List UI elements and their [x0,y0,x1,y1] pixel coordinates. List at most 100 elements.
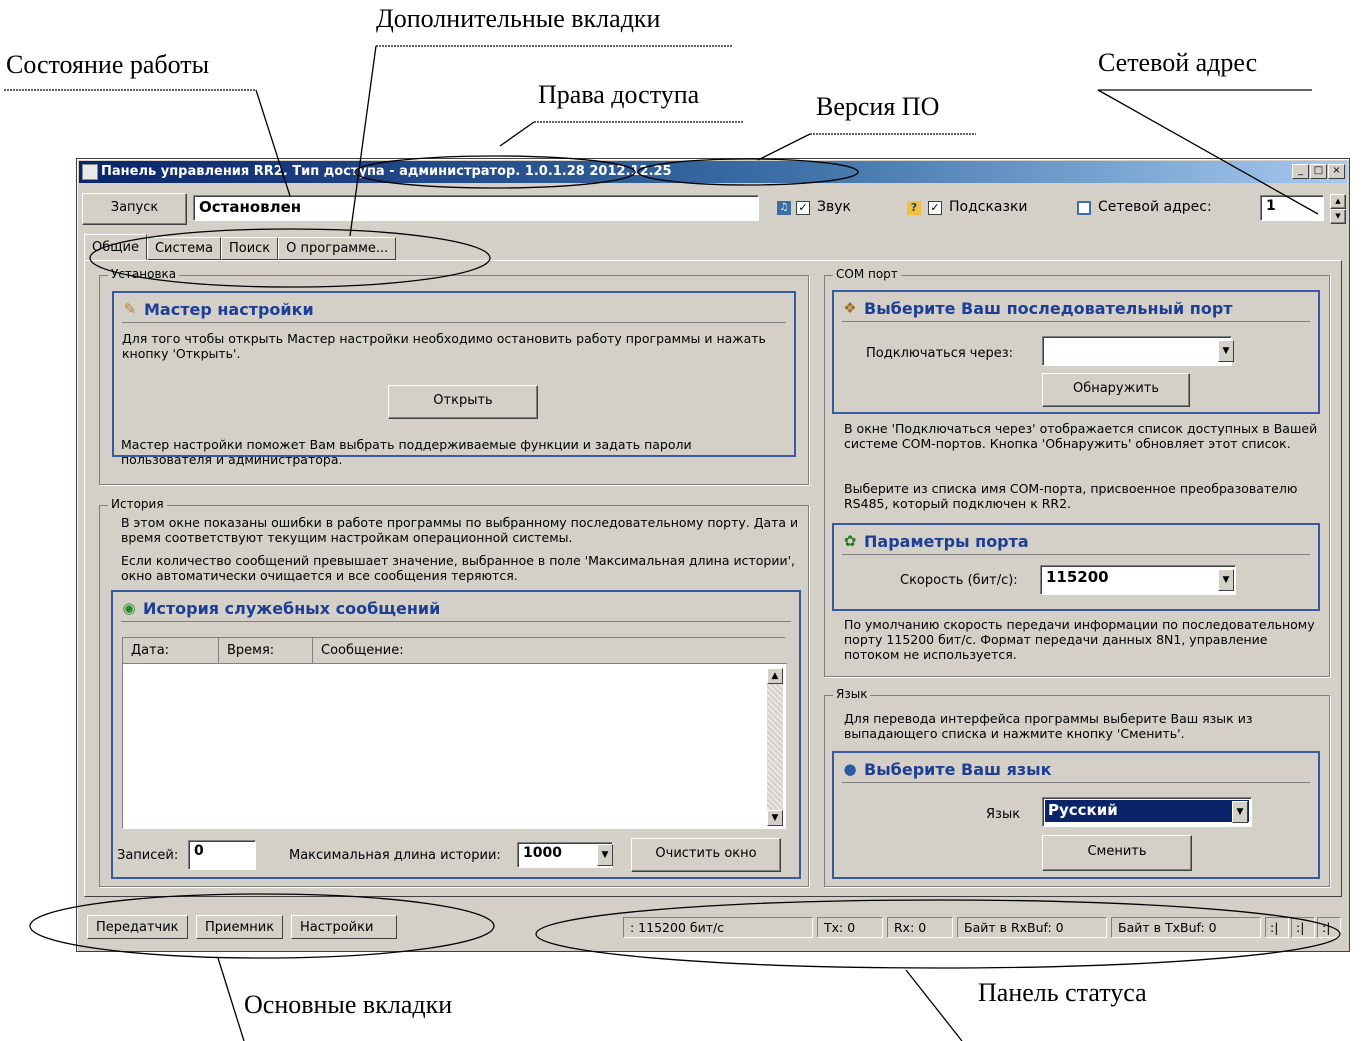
window-title: Панель управления RR2. Тип доступа - адм… [101,164,672,179]
history-panel: ◉ История служебных сообщений Дата: Врем… [111,590,801,879]
sound-label: Звук [817,199,851,215]
status-indicator-3: :| [1317,917,1341,938]
install-note: Мастер настройки поможет Вам выбрать под… [121,437,692,467]
close-button[interactable]: × [1328,164,1345,179]
net-address-label: Сетевой адрес: [1098,199,1212,215]
tab-general[interactable]: Общие [84,234,147,260]
max-length-dropdown-icon[interactable]: ▼ [597,844,613,866]
port-params-panel: ✿ Параметры порта Скорость (бит/с): 1152… [832,523,1320,611]
install-legend: Установка [108,267,180,281]
status-bar: Передатчик Приемник Настройки : 115200 б… [79,915,1347,939]
connect-via-combo[interactable] [1042,336,1232,366]
lang-selected: Русский [1045,800,1249,822]
port-params-title: Параметры порта [864,531,1029,551]
lang-legend: Язык [833,687,871,701]
magic-wand-icon: ✎ [123,300,137,318]
lang-text: Для перевода интерфейса программы выбери… [844,711,1253,741]
detect-button[interactable]: Обнаружить [1042,373,1190,407]
history-panel-header: ◉ История служебных сообщений [121,595,791,622]
tab-about[interactable]: О программе... [278,237,397,260]
globe-icon: ● [843,760,857,778]
setup-wizard-title: Мастер настройки [144,299,314,319]
com-text-3: По умолчанию скорость передачи информаци… [844,617,1315,662]
speed-dropdown-icon[interactable]: ▼ [1218,569,1234,591]
col-time[interactable]: Время: [219,638,313,663]
status-rxbuf: Байт в RxBuf: 0 [957,917,1107,938]
records-field: 0 [188,840,256,870]
annotation-sw-version: Версия ПО [816,92,940,121]
minimize-button[interactable]: _ [1292,164,1309,179]
leader-access-rights [499,121,535,147]
lang-header: ● Выберите Ваш язык [842,756,1310,783]
extra-tabs: Общие Система Поиск О программе... [84,234,397,260]
history-panel-title: История служебных сообщений [143,598,441,618]
hints-checkbox[interactable]: ✓ [928,201,942,215]
start-button[interactable]: Запуск [82,193,187,225]
change-language-button[interactable]: Сменить [1042,835,1192,871]
annotation-extra-tabs: Дополнительные вкладки [376,4,661,33]
setup-wizard-panel: ✎ Мастер настройки Для того чтобы открыт… [112,291,796,457]
com-port-panel: ❖ Выберите Ваш последовательный порт Под… [832,290,1320,414]
status-rx: Rx: 0 [887,917,953,938]
com-text-2: Выберите из списка имя COM-порта, присво… [844,481,1298,511]
gear-icon: ✿ [843,532,857,550]
status-indicator-2: :| [1291,917,1315,938]
app-icon [82,164,98,180]
history-legend: История [108,497,167,511]
connect-via-dropdown-icon[interactable]: ▼ [1218,340,1234,362]
lang-panel: ● Выберите Ваш язык Язык Русский ▼ Смени… [832,751,1320,879]
history-text-1: В этом окне показаны ошибки в работе про… [121,515,799,545]
leader-status-panel [905,969,963,1041]
status-speed: : 115200 бит/с [623,917,813,938]
com-port-title: Выберите Ваш последовательный порт [864,298,1233,318]
tab-settings[interactable]: Настройки [291,915,397,939]
history-list[interactable]: Дата: Время: Сообщение: ▲ ▼ [122,637,787,829]
leader-main-tabs [217,957,245,1041]
col-date[interactable]: Дата: [123,638,219,663]
port-params-header: ✿ Параметры порта [842,528,1310,555]
com-legend: COM порт [833,267,901,281]
lang-dropdown-icon[interactable]: ▼ [1232,801,1248,823]
port-icon: ❖ [843,299,857,317]
open-button[interactable]: Открыть [388,385,538,419]
net-address-field[interactable]: 1 [1260,195,1324,221]
maximize-button[interactable]: □ [1310,164,1327,179]
col-message[interactable]: Сообщение: [313,638,787,663]
history-icon: ◉ [122,599,136,617]
speed-combo[interactable]: 115200 [1040,565,1236,595]
history-scrollbar[interactable]: ▲ ▼ [767,668,783,826]
tab-transmitter[interactable]: Передатчик [87,915,188,939]
app-window: Панель управления RR2. Тип доступа - адм… [76,158,1350,952]
annotation-access-rights: Права доступа [538,80,700,109]
sound-icon: ♫ [777,201,791,215]
status-tx: Tx: 0 [817,917,883,938]
com-port-header: ❖ Выберите Ваш последовательный порт [842,295,1310,322]
annotation-work-state: Состояние работы [6,50,210,79]
records-label: Записей: [117,848,179,863]
hints-label: Подсказки [949,199,1028,215]
tab-receiver[interactable]: Приемник [196,915,284,939]
scroll-down-icon[interactable]: ▼ [767,810,783,826]
speed-label: Скорость (бит/с): [900,573,1018,588]
annotation-net-address: Сетевой адрес [1098,48,1258,77]
scroll-up-icon[interactable]: ▲ [767,668,783,684]
setup-wizard-header: ✎ Мастер настройки [122,296,786,323]
spinner-up-icon[interactable]: ▲ [1330,194,1346,209]
leader-sw-version [757,133,811,161]
spinner-down-icon[interactable]: ▼ [1330,209,1346,224]
sound-checkbox[interactable]: ✓ [796,201,810,215]
lang-panel-title: Выберите Ваш язык [864,759,1052,779]
title-bar[interactable]: Панель управления RR2. Тип доступа - адм… [79,161,1347,183]
history-list-header: Дата: Время: Сообщение: [123,638,787,664]
tab-search[interactable]: Поиск [220,237,279,260]
status-txbuf: Байт в TxBuf: 0 [1111,917,1261,938]
status-indicator-1: :| [1265,917,1289,938]
connect-via-label: Подключаться через: [866,346,1014,361]
com-text-1: В окне 'Подключаться через' отображается… [844,421,1318,451]
net-address-spinner[interactable]: ▲ ▼ [1330,194,1346,224]
tab-system[interactable]: Система [146,237,221,260]
history-text-2: Если количество сообщений превышает знач… [121,553,795,583]
clear-window-button[interactable]: Очистить окно [631,838,781,872]
annotation-main-tabs: Основные вкладки [244,990,453,1019]
lang-combo[interactable]: Русский [1042,797,1252,827]
